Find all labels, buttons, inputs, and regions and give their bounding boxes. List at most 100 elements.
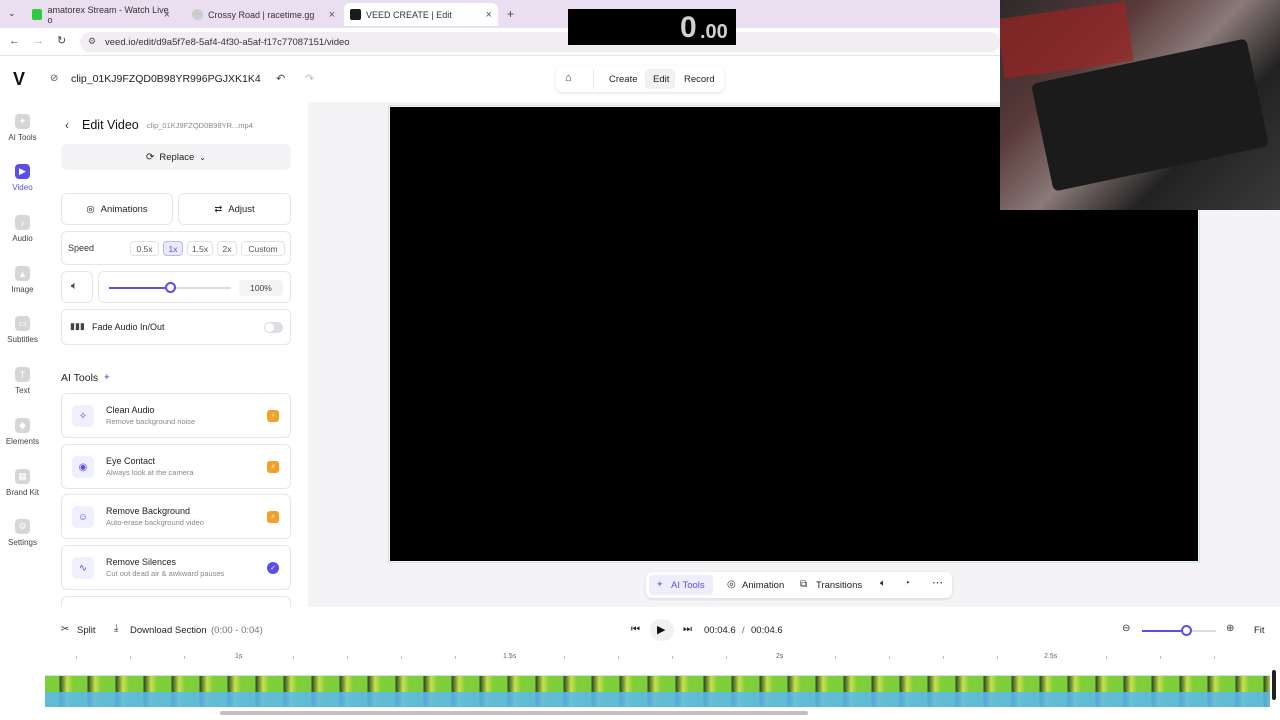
fade-label: Fade Audio In/Out — [92, 322, 165, 332]
split-button[interactable]: Split — [77, 625, 95, 636]
ruler-tick — [347, 656, 348, 659]
nav-record[interactable]: Record — [684, 74, 715, 85]
rail-image[interactable]: ▲ Image — [0, 266, 45, 294]
url-text: veed.io/edit/d9a5f7e8-5af4-4f30-a5af-f17… — [105, 36, 350, 48]
rail-audio[interactable]: ♪ Audio — [0, 215, 45, 243]
ruler-tick — [563, 656, 565, 659]
timeline-scrollbar[interactable] — [220, 711, 808, 715]
zoom-in-icon[interactable]: ⊕ — [1226, 623, 1234, 634]
overlay-timer: 0 .00 — [568, 9, 736, 45]
tool-remove-silences[interactable]: ∿ Remove Silences Cut out dead air & awk… — [61, 545, 291, 590]
timer-big: 0 — [680, 11, 697, 44]
speed-icon[interactable]: ◔ — [904, 578, 910, 589]
project-name[interactable]: clip_01KJ9FZQD0B98YR996PGJXK1K4 — [71, 73, 261, 85]
speed-custom[interactable]: Custom — [241, 241, 285, 256]
ruler-tick — [1105, 656, 1107, 659]
image-icon: ▲ — [15, 266, 30, 281]
tab-list-chevron-icon[interactable]: ⌄ — [8, 8, 16, 19]
replace-button[interactable]: ⟳ Replace ⌄ — [61, 144, 291, 170]
back-chevron-icon[interactable]: ‹ — [65, 118, 69, 132]
fade-toggle[interactable] — [264, 322, 283, 333]
playhead[interactable] — [1272, 670, 1276, 700]
speed-1-5x[interactable]: 1.5x — [187, 241, 213, 256]
mute-button[interactable]: 🔈︎ — [61, 271, 93, 303]
rail-subtitles[interactable]: ▭ Subtitles — [0, 316, 45, 344]
nav-create[interactable]: Create — [609, 74, 638, 85]
speed-0-5x[interactable]: 0.5x — [130, 241, 159, 256]
more-icon[interactable]: ⋯ — [932, 576, 943, 589]
rail-brand-kit[interactable]: ▦ Brand Kit — [0, 469, 45, 497]
toolbar-animation[interactable]: Animation — [742, 580, 784, 591]
rail-ai-tools[interactable]: ✦ AI Tools — [0, 114, 45, 142]
ruler-tick — [130, 656, 132, 659]
volume-value[interactable]: 100% — [239, 280, 283, 296]
rail-text[interactable]: T Text — [0, 367, 45, 395]
rail-video[interactable]: ▶ Video — [0, 164, 45, 192]
brand-icon: ▦ — [15, 469, 30, 484]
tab-crossy-road[interactable]: Crossy Road | racetime.gg × — [186, 3, 341, 26]
fit-button[interactable]: Fit — [1254, 625, 1265, 636]
speed-1x[interactable]: 1x — [163, 241, 183, 256]
left-rail: ✦ AI Tools ▶ Video ♪ Audio ▲ Image ▭ Subtitle… — [0, 102, 45, 612]
ruler-tick — [401, 656, 403, 659]
url-field[interactable]: ⚙ veed.io/edit/d9a5f7e8-5af4-4f30-a5af-f… — [80, 32, 1000, 52]
zoom-track[interactable] — [1142, 630, 1216, 632]
veed-logo[interactable]: V — [13, 69, 25, 90]
forward-icon[interactable]: → — [33, 35, 44, 47]
play-icon[interactable]: ▶ — [657, 623, 665, 636]
tab-veed[interactable]: VEED CREATE | Edit × — [344, 3, 498, 26]
home-icon[interactable]: ⌂ — [565, 72, 572, 84]
back-icon[interactable]: ← — [9, 35, 20, 47]
fast-forward-icon[interactable]: ⏭︎ — [683, 624, 692, 635]
tool-desc: Remove background noise — [106, 417, 196, 426]
ruler-tick — [834, 656, 836, 659]
rewind-icon[interactable]: ⏮︎ — [631, 624, 640, 635]
ruler-tick — [726, 656, 728, 659]
ruler-tick — [455, 656, 457, 659]
ruler-tick — [672, 656, 674, 659]
panel-title: Edit Video — [82, 118, 139, 132]
adjust-icon: ⇄ — [214, 203, 223, 215]
ruler-tick — [618, 656, 619, 659]
speed-row: Speed 0.5x 1x 1.5x 2x Custom — [61, 231, 291, 265]
download-section-button[interactable]: Download Section — [130, 625, 207, 636]
volume-icon[interactable]: 🔈︎ — [880, 578, 886, 589]
rail-label: AI Tools — [8, 133, 37, 142]
premium-bolt-icon: ⚡︎ — [267, 461, 279, 473]
rail-label: Audio — [12, 234, 33, 243]
check-icon: ✓ — [267, 562, 279, 574]
toolbar-transitions[interactable]: Transitions — [816, 580, 862, 591]
nav-edit[interactable]: Edit — [653, 74, 669, 85]
zoom-slider-handle[interactable] — [1181, 625, 1193, 636]
time-separator: / — [742, 625, 745, 636]
toolbar-ai-tools[interactable]: AI Tools — [671, 580, 705, 591]
new-tab-icon[interactable]: + — [507, 7, 514, 21]
replace-label: Replace — [159, 151, 195, 163]
tool-remove-background[interactable]: ☺ Remove Background Auto-erase backgroun… — [61, 494, 291, 539]
tool-partial[interactable] — [61, 596, 291, 607]
close-tab-icon[interactable]: × — [329, 9, 335, 21]
speed-2x[interactable]: 2x — [217, 241, 237, 256]
close-tab-icon[interactable]: × — [486, 9, 492, 21]
redo-icon[interactable]: ↷ — [305, 72, 314, 85]
close-tab-icon[interactable]: × — [164, 9, 170, 21]
tool-eye-contact[interactable]: ◉ Eye Contact Always look at the camera … — [61, 444, 291, 489]
video-icon: ▶ — [15, 164, 30, 179]
reload-icon[interactable]: ↻ — [57, 34, 66, 47]
undo-icon[interactable]: ↶ — [276, 72, 285, 85]
music-icon: ♪ — [15, 215, 30, 230]
current-time: 00:04.6 — [704, 625, 736, 636]
volume-slider-handle[interactable] — [165, 282, 176, 293]
ruler-tick — [889, 656, 890, 659]
rail-label: Elements — [5, 437, 40, 446]
rail-elements[interactable]: ◆ Elements — [0, 418, 45, 446]
ai-tools-heading: AI Tools — [61, 372, 99, 384]
zoom-out-icon[interactable]: ⊖ — [1122, 623, 1130, 634]
rail-label: Video — [12, 183, 33, 192]
animations-button[interactable]: ◎ Animations — [61, 193, 173, 225]
tab-amatorex[interactable]: amatorex Stream - Watch Live o × — [26, 3, 176, 26]
adjust-button[interactable]: ⇄ Adjust — [178, 193, 291, 225]
tool-clean-audio[interactable]: ✧ Clean Audio Remove background noise ⚡︎ — [61, 393, 291, 438]
rail-settings[interactable]: ⚙ Settings — [0, 519, 45, 547]
site-info-icon[interactable]: ⚙ — [88, 36, 96, 47]
